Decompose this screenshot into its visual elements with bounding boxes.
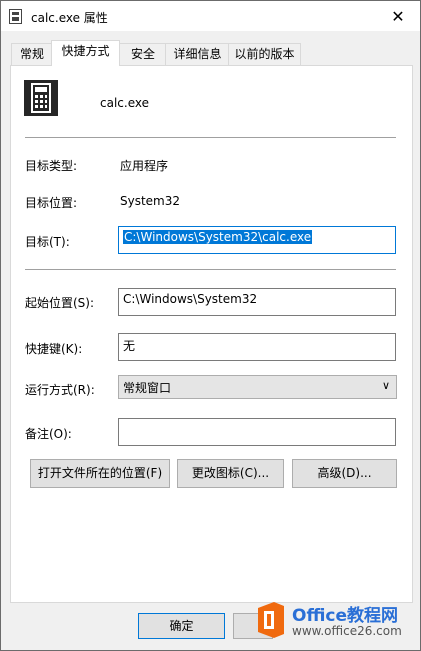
- shortcut-key-label: 快捷键(K):: [25, 342, 83, 356]
- shortcut-panel: calc.exe 目标类型: 应用程序 目标位置: System32 目标(T)…: [10, 65, 413, 603]
- tab-security[interactable]: 安全: [119, 43, 167, 65]
- watermark: Office教程网 www.office26.com: [248, 597, 416, 645]
- divider: [25, 269, 396, 270]
- run-label: 运行方式(R):: [25, 383, 95, 397]
- comment-input[interactable]: [118, 418, 396, 446]
- close-button[interactable]: ✕: [376, 1, 420, 31]
- run-select-value: 常规窗口: [123, 381, 172, 395]
- tab-general[interactable]: 常规: [11, 43, 53, 65]
- tab-details[interactable]: 详细信息: [165, 43, 230, 65]
- ok-button[interactable]: 确定: [138, 613, 225, 639]
- chevron-down-icon: ∨: [381, 379, 390, 392]
- window-title: calc.exe 属性: [31, 11, 108, 25]
- properties-dialog: calc.exe 属性 ✕ 常规 快捷方式 安全 详细信息 以前的版本 calc…: [0, 0, 421, 651]
- tab-previous-versions[interactable]: 以前的版本: [228, 43, 301, 65]
- target-type-value: 应用程序: [120, 159, 169, 173]
- watermark-url: www.office26.com: [292, 624, 402, 638]
- target-location-value: System32: [120, 194, 181, 208]
- watermark-title: Office教程网: [292, 606, 399, 626]
- target-input[interactable]: C:\Windows\System32\calc.exe: [118, 226, 396, 254]
- start-in-label: 起始位置(S):: [25, 296, 95, 310]
- comment-label: 备注(O):: [25, 427, 72, 441]
- advanced-button[interactable]: 高级(D)...: [292, 459, 397, 488]
- divider: [25, 137, 396, 138]
- target-label: 目标(T):: [25, 235, 70, 249]
- target-type-label: 目标类型:: [25, 159, 78, 173]
- shortcut-key-value: 无: [123, 339, 136, 353]
- target-location-label: 目标位置:: [25, 196, 78, 210]
- run-select[interactable]: 常规窗口 ∨: [118, 375, 397, 399]
- close-icon: ✕: [391, 6, 405, 26]
- calculator-icon: [24, 80, 58, 116]
- app-name: calc.exe: [100, 96, 149, 110]
- target-value: C:\Windows\System32\calc.exe: [123, 230, 313, 244]
- title-bar: calc.exe 属性 ✕: [1, 1, 420, 31]
- start-in-value: C:\Windows\System32: [123, 292, 258, 306]
- file-icon: [9, 9, 22, 24]
- tab-shortcut[interactable]: 快捷方式: [51, 40, 120, 66]
- start-in-input[interactable]: C:\Windows\System32: [118, 288, 396, 316]
- change-icon-button[interactable]: 更改图标(C)...: [177, 459, 284, 488]
- office-logo-icon: [258, 602, 284, 638]
- shortcut-key-input[interactable]: 无: [118, 333, 396, 361]
- open-file-location-button[interactable]: 打开文件所在的位置(F): [30, 459, 170, 488]
